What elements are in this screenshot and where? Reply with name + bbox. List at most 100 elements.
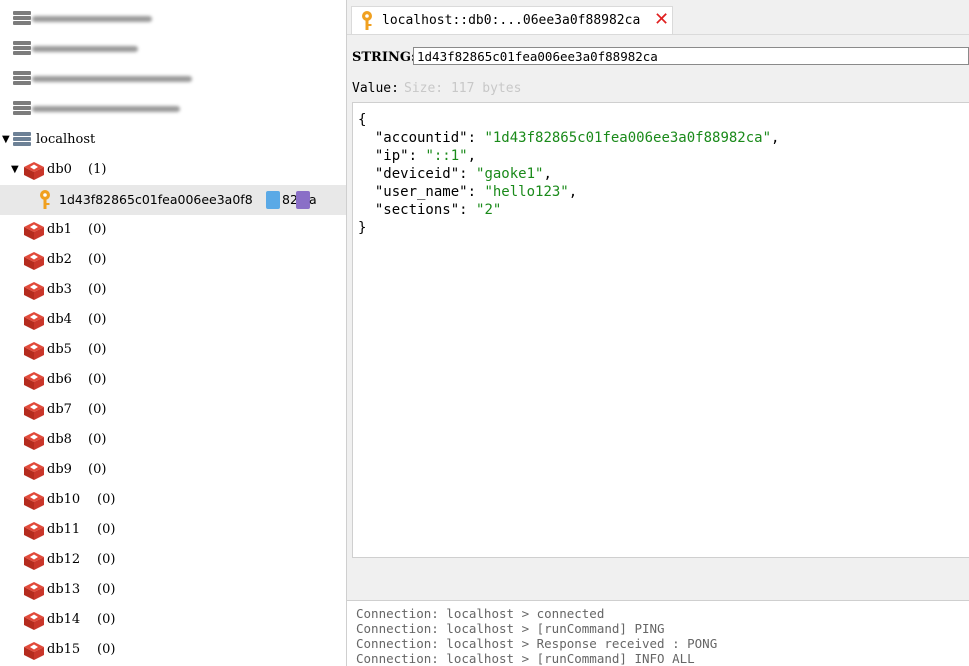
db-key-count: (0)	[97, 552, 116, 567]
db-name: db0	[47, 162, 72, 177]
tree-db-db9[interactable]: db9 (0)	[0, 455, 346, 485]
db-name: db1	[47, 222, 72, 237]
tree-db-db14[interactable]: db14 (0)	[0, 605, 346, 635]
redacted-connection-name	[32, 76, 192, 82]
tree-db-db8[interactable]: db8 (0)	[0, 425, 346, 455]
tab-divider	[347, 34, 969, 35]
db-key-count: (1)	[88, 162, 107, 177]
db-name: db5	[47, 342, 72, 357]
tree-connection-localhost[interactable]: ▼ localhost	[0, 125, 346, 155]
tree-db-db10[interactable]: db10 (0)	[0, 485, 346, 515]
db-key-count: (0)	[88, 342, 107, 357]
editor-line: }	[358, 219, 366, 237]
database-icon	[23, 551, 44, 570]
database-icon	[23, 281, 44, 300]
db-name: db2	[47, 252, 72, 267]
db-name: db13	[47, 582, 81, 597]
db-key-count: (0)	[88, 312, 107, 327]
json-key-text: {	[358, 112, 367, 128]
connection-tree: ▼ localhost ▼ db0 (1) 1d43f82865c01fea006ee…	[0, 0, 347, 666]
tree-connection-hidden[interactable]	[0, 4, 346, 34]
log-entry: Connection: localhost > connected	[356, 606, 605, 621]
tree-db-db12[interactable]: db12 (0)	[0, 545, 346, 575]
editor-line: "user_name": "hello123",	[358, 183, 577, 201]
database-icon	[23, 521, 44, 540]
database-icon	[23, 251, 44, 270]
tree-connection-hidden[interactable]	[0, 34, 346, 64]
tree-db-db11[interactable]: db11 (0)	[0, 515, 346, 545]
db-key-count: (0)	[97, 642, 116, 657]
collapse-arrow-icon[interactable]: ▼	[11, 155, 19, 185]
tree-db-db1[interactable]: db1 (0)	[0, 215, 346, 245]
tree-connection-hidden[interactable]	[0, 64, 346, 94]
json-punctuation: ,	[467, 148, 477, 164]
server-icon	[13, 71, 31, 87]
tab-key-view[interactable]: localhost::db0:...06ee3a0f88982ca ✕	[351, 6, 673, 35]
json-punctuation: ,	[771, 130, 780, 146]
db-name: db11	[47, 522, 81, 537]
db-name: db8	[47, 432, 72, 447]
editor-line: "ip": "::1",	[358, 147, 476, 165]
tree-db-db15[interactable]: db15 (0)	[0, 635, 346, 665]
value-label: Value:	[352, 81, 399, 96]
database-icon	[23, 491, 44, 510]
json-key-text: "deviceid":	[358, 166, 477, 182]
tree-db-db3[interactable]: db3 (0)	[0, 275, 346, 305]
server-icon	[13, 41, 31, 57]
json-string-value: "1d43f82865c01fea006ee3a0f88982ca"	[484, 130, 772, 146]
db-key-count: (0)	[88, 222, 107, 237]
db-name: db4	[47, 312, 72, 327]
database-icon	[23, 641, 44, 660]
database-icon	[23, 611, 44, 630]
editor-line: "accountid": "1d43f82865c01fea006ee3a0f8…	[358, 129, 780, 147]
key-name-label: 1d43f82865c01fea006ee3a0f8	[59, 192, 253, 207]
json-string-value: "::1"	[425, 148, 468, 164]
collapse-arrow-icon[interactable]: ▼	[2, 125, 10, 155]
redacted-connection-name	[32, 46, 138, 52]
editor-line: {	[358, 111, 366, 129]
db-name: db7	[47, 402, 72, 417]
json-key-text: "sections":	[358, 202, 477, 218]
tree-db-db7[interactable]: db7 (0)	[0, 395, 346, 425]
log-entry: Connection: localhost > [runCommand] PIN…	[356, 621, 665, 636]
log-entry: Connection: localhost > Response receive…	[356, 636, 718, 651]
db-name: db14	[47, 612, 81, 627]
close-tab-icon[interactable]: ✕	[654, 9, 669, 30]
database-icon	[23, 401, 44, 420]
db-name: db10	[47, 492, 81, 507]
tree-db-db13[interactable]: db13 (0)	[0, 575, 346, 605]
tree-db-db0[interactable]: ▼ db0 (1)	[0, 155, 346, 185]
delete-key-icon[interactable]	[296, 191, 310, 209]
db-key-count: (0)	[97, 612, 116, 627]
database-icon	[23, 161, 44, 180]
redacted-connection-name	[32, 16, 152, 22]
tree-db-db4[interactable]: db4 (0)	[0, 305, 346, 335]
json-key-text: "user_name":	[358, 184, 485, 200]
database-icon	[23, 581, 44, 600]
tree-db-db6[interactable]: db6 (0)	[0, 365, 346, 395]
tree-key-item[interactable]: 1d43f82865c01fea006ee3a0f8 82 a	[0, 185, 346, 215]
database-icon	[23, 341, 44, 360]
db-key-count: (0)	[97, 522, 116, 537]
database-icon	[23, 221, 44, 240]
database-icon	[23, 431, 44, 450]
db-name: db9	[47, 462, 72, 477]
json-punctuation: ,	[543, 166, 552, 182]
tree-db-db2[interactable]: db2 (0)	[0, 245, 346, 275]
database-icon	[23, 371, 44, 390]
tree-connection-hidden[interactable]	[0, 94, 346, 124]
json-string-value: "hello123"	[484, 184, 569, 200]
db-key-count: (0)	[88, 462, 107, 477]
value-editor-pane: localhost::db0:...06ee3a0f88982ca ✕ STRI…	[347, 0, 969, 666]
database-icon	[23, 461, 44, 480]
value-text-editor[interactable]: { "accountid": "1d43f82865c01fea006ee3a0…	[352, 102, 969, 558]
key-type-label: STRING:	[352, 50, 416, 65]
key-icon	[362, 11, 372, 30]
db-key-count: (0)	[88, 402, 107, 417]
editor-line: "deviceid": "gaoke1",	[358, 165, 552, 183]
db-key-count: (0)	[88, 252, 107, 267]
db-name: db15	[47, 642, 81, 657]
copy-key-icon[interactable]	[266, 191, 280, 209]
tree-db-db5[interactable]: db5 (0)	[0, 335, 346, 365]
key-name-input[interactable]: 1d43f82865c01fea006ee3a0f88982ca	[413, 47, 969, 65]
